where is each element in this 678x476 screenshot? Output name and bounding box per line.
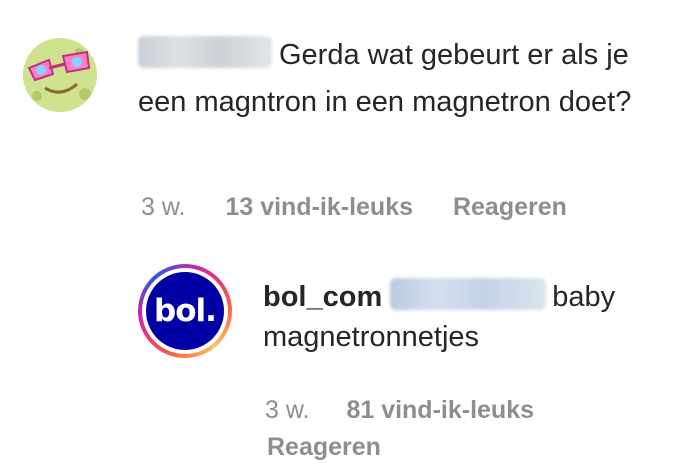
comment-time: 3 w. bbox=[141, 193, 186, 221]
blurred-username[interactable] bbox=[138, 36, 272, 68]
bol-logo: bol. bbox=[146, 272, 224, 350]
comment-meta: 3 w. 13 vind-ik-leuks Reageren bbox=[141, 193, 567, 222]
reply-avatar[interactable]: bol. bbox=[138, 264, 232, 358]
commenter-avatar[interactable] bbox=[23, 38, 97, 112]
comment-reply-button[interactable]: Reageren bbox=[453, 193, 567, 222]
reply-likes-link[interactable]: 81 vind-ik-leuks bbox=[346, 396, 534, 425]
reply-username[interactable]: bol_com bbox=[263, 281, 382, 313]
reply-reply-button[interactable]: Reageren bbox=[267, 433, 381, 462]
reply-time: 3 w. bbox=[265, 396, 310, 424]
reply-meta: 3 w. 81 vind-ik-leuks bbox=[265, 396, 534, 425]
story-ring: bol. bbox=[142, 268, 228, 354]
reply-body: bol_com baby magnetronnetjes bbox=[263, 277, 658, 357]
comment-likes-link[interactable]: 13 vind-ik-leuks bbox=[225, 193, 413, 222]
comment-body: Gerda wat gebeurt er als je een magntron… bbox=[138, 32, 658, 126]
reply-meta-second-line: Reageren bbox=[267, 433, 381, 462]
spongebob-glasses-avatar-icon bbox=[23, 38, 97, 112]
blurred-mention[interactable] bbox=[390, 278, 547, 310]
